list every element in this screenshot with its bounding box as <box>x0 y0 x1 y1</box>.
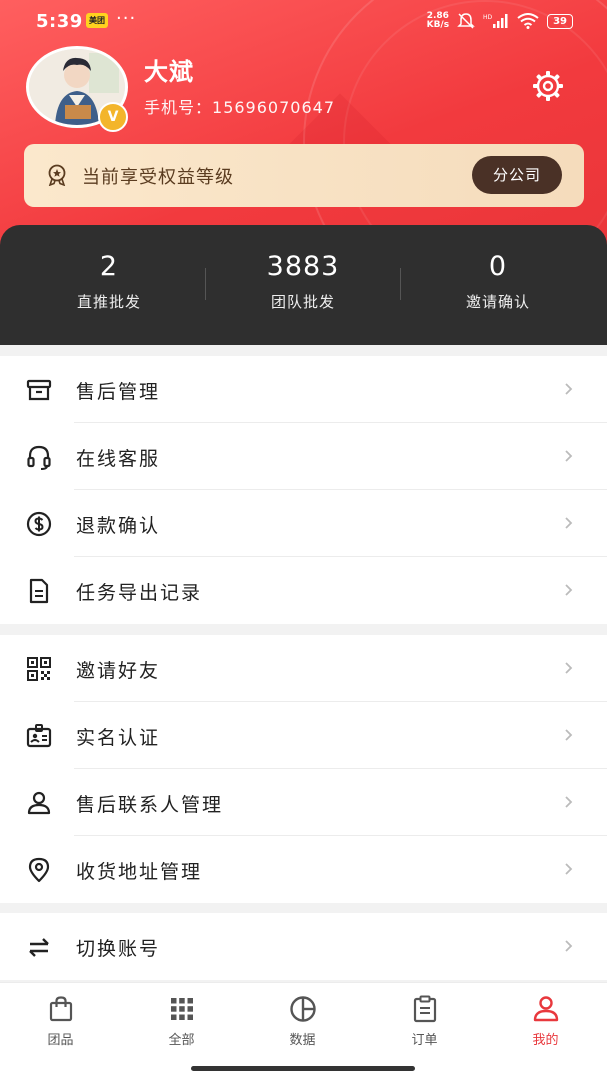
location-pin-icon <box>28 857 50 883</box>
stat-team-wholesale[interactable]: 3883 团队批发 <box>202 251 404 312</box>
menu-item-online-service[interactable]: 在线客服 <box>0 423 607 490</box>
user-icon <box>533 996 558 1022</box>
menu-item-label: 实名认证 <box>76 727 161 749</box>
menu-item-refund-confirm[interactable]: 退款确认 <box>0 490 607 557</box>
stat-direct-wholesale[interactable]: 2 直推批发 <box>8 251 210 312</box>
medal-icon <box>48 164 66 186</box>
stats-panel: 2 直推批发 3883 团队批发 0 邀请确认 <box>0 225 607 345</box>
branch-company-button[interactable]: 分公司 <box>472 156 562 194</box>
vip-badge: V <box>98 102 128 132</box>
chevron-right-icon <box>565 383 573 395</box>
shopping-bag-icon <box>49 996 72 1022</box>
stat-value: 0 <box>488 251 508 282</box>
menu-item-after-sales[interactable]: 售后管理 <box>0 356 607 423</box>
menu-item-shipping-address[interactable]: 收货地址管理 <box>0 836 607 903</box>
signal-icon: HD <box>483 14 508 28</box>
rights-level-text: 当前享受权益等级 <box>82 167 234 188</box>
tab-group-products[interactable]: 团品 <box>0 995 121 1048</box>
headset-icon <box>27 445 51 470</box>
tab-orders[interactable]: 订单 <box>364 995 485 1048</box>
menu-item-label: 切换账号 <box>76 938 161 960</box>
network-speed-unit: KB/s <box>426 20 450 30</box>
phone-number: 手机号：15696070647 <box>144 94 335 118</box>
tab-label: 数据 <box>289 1033 316 1048</box>
qr-code-icon <box>27 657 51 681</box>
menu-item-switch-account[interactable]: 切换账号 <box>0 913 607 980</box>
stat-label: 团队批发 <box>270 293 335 311</box>
menu-item-label: 售后管理 <box>76 381 161 403</box>
stat-label: 直推批发 <box>76 293 141 311</box>
status-time: 5:39 <box>36 11 83 32</box>
clipboard-icon <box>413 995 436 1023</box>
app-notification-badge: 美团 <box>86 13 108 28</box>
tab-mine[interactable]: 我的 <box>485 995 606 1048</box>
home-indicator[interactable] <box>191 1066 415 1071</box>
document-icon <box>29 578 49 604</box>
settings-gear-icon[interactable] <box>532 70 564 102</box>
status-bar: 5:39 美团 ··· 2.86 KB/s HD 39 <box>0 0 607 44</box>
menu-group-switch: 切换账号 <box>0 913 607 980</box>
dollar-circle-icon <box>26 511 52 537</box>
tab-label: 我的 <box>532 1033 559 1048</box>
menu-item-label: 邀请好友 <box>76 660 161 682</box>
chevron-right-icon <box>565 517 573 529</box>
more-notifications-icon: ··· <box>116 8 137 29</box>
stat-invite-confirm[interactable]: 0 邀请确认 <box>397 251 599 312</box>
tab-label: 订单 <box>411 1033 438 1048</box>
menu-item-label: 收货地址管理 <box>76 861 203 883</box>
chevron-right-icon <box>565 796 573 808</box>
id-card-icon <box>26 724 52 748</box>
stat-label: 邀请确认 <box>465 293 530 311</box>
stat-value: 2 <box>99 251 119 282</box>
menu-group-account: 邀请好友 实名认证 售后联系人管理 收货地址管理 <box>0 635 607 903</box>
menu-item-real-name-verify[interactable]: 实名认证 <box>0 702 607 769</box>
signal-hd-label: HD <box>483 14 493 21</box>
chevron-right-icon <box>565 729 573 741</box>
chevron-right-icon <box>565 450 573 462</box>
network-speed: 2.86 KB/s <box>427 12 449 30</box>
menu-item-after-sales-contacts[interactable]: 售后联系人管理 <box>0 769 607 836</box>
grid-icon <box>170 998 193 1020</box>
menu-item-label: 退款确认 <box>76 515 161 537</box>
phone-value: 15696070647 <box>212 98 335 117</box>
menu-item-label: 在线客服 <box>76 448 161 470</box>
chevron-right-icon <box>565 662 573 674</box>
stat-value: 3883 <box>266 251 340 282</box>
menu-item-label: 售后联系人管理 <box>76 794 224 816</box>
chevron-right-icon <box>565 863 573 875</box>
switch-arrows-icon <box>29 938 49 957</box>
menu-item-label: 任务导出记录 <box>76 582 203 604</box>
bell-muted-icon <box>457 13 475 29</box>
chevron-right-icon <box>565 940 573 952</box>
tab-data[interactable]: 数据 <box>242 995 363 1048</box>
tab-all[interactable]: 全部 <box>121 995 242 1048</box>
person-icon <box>27 791 51 815</box>
menu-item-invite-friends[interactable]: 邀请好友 <box>0 635 607 702</box>
chevron-right-icon <box>565 584 573 596</box>
archive-box-icon <box>26 379 52 401</box>
tab-label: 全部 <box>168 1033 195 1048</box>
menu-item-task-export[interactable]: 任务导出记录 <box>0 557 607 624</box>
status-icons: 2.86 KB/s HD 39 <box>427 12 573 30</box>
user-name: 大斌 <box>144 58 194 86</box>
rights-level-banner[interactable]: 当前享受权益等级 分公司 <box>24 144 584 207</box>
pie-chart-icon <box>289 996 316 1022</box>
phone-label: 手机号： <box>144 98 213 117</box>
menu-group-services: 售后管理 在线客服 退款确认 任务导出记录 <box>0 356 607 624</box>
wifi-icon <box>517 13 539 29</box>
tab-label: 团品 <box>47 1033 74 1048</box>
battery-icon: 39 <box>547 13 573 29</box>
